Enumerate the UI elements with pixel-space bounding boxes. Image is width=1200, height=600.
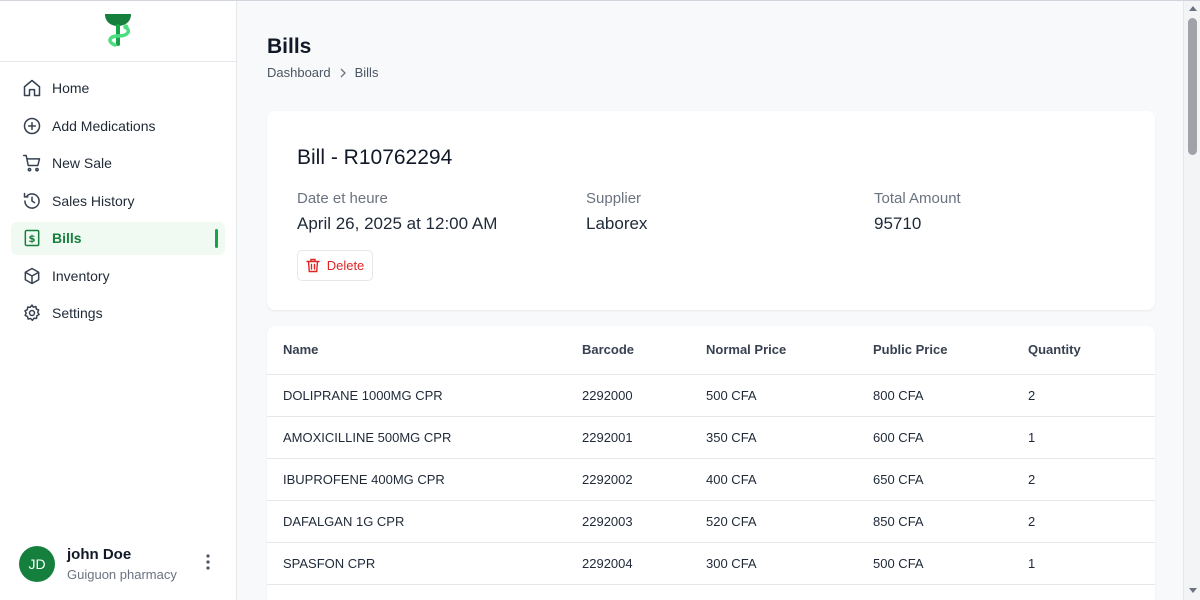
cell-public-price: 600 CFA — [873, 416, 1028, 459]
cell-public-price: 800 CFA — [873, 374, 1028, 417]
column-header-barcode[interactable]: Barcode — [582, 326, 706, 375]
home-icon — [22, 78, 42, 98]
scrollbar-thumb[interactable] — [1188, 18, 1197, 155]
user-name: john Doe — [67, 545, 132, 563]
column-header-quantity[interactable]: Quantity — [1028, 326, 1155, 375]
sidebar-nav: Home Add Medications New Sale Sales Hist… — [0, 62, 236, 330]
trash-icon — [306, 258, 320, 273]
cell-name: SPASFON CPR — [267, 542, 582, 585]
cell-barcode: 2292003 — [582, 500, 706, 543]
column-header-public-price[interactable]: Public Price — [873, 326, 1028, 375]
svg-text:$: $ — [29, 234, 36, 245]
avatar: JD — [19, 545, 55, 582]
sidebar-item-settings[interactable]: Settings — [11, 297, 225, 330]
cell-public-price: 850 CFA — [873, 500, 1028, 543]
sidebar-item-new-sale[interactable]: New Sale — [11, 147, 225, 180]
table-row[interactable]: SPASFON CPR 2292004 300 CFA 500 CFA 1 — [267, 542, 1155, 585]
table-row[interactable]: DAFALGAN 1G CPR 2292003 520 CFA 850 CFA … — [267, 500, 1155, 543]
total-label: Total Amount — [874, 190, 961, 207]
cart-icon — [22, 153, 42, 173]
page-title: Bills — [267, 35, 312, 58]
cell-public-price: 650 CFA — [873, 458, 1028, 501]
cell-name: DAFALGAN 1G CPR — [267, 500, 582, 543]
sidebar-item-label: Home — [52, 80, 90, 96]
cell-barcode: 2292000 — [582, 374, 706, 417]
more-vertical-icon[interactable] — [200, 554, 216, 574]
cell-quantity: 1 — [1028, 542, 1155, 585]
scroll-up-arrow-icon[interactable] — [1188, 5, 1197, 14]
supplier-label: Supplier — [586, 190, 642, 207]
supplier-field: Supplier Laborex — [586, 190, 647, 234]
sidebar-item-label: Settings — [52, 305, 103, 321]
main-content: Bills Dashboard Bills Bill - R10762294 D… — [237, 1, 1183, 600]
history-icon — [22, 191, 42, 211]
breadcrumb: Dashboard Bills — [267, 65, 378, 80]
column-header-name[interactable]: Name — [267, 326, 582, 375]
column-header-normal-price[interactable]: Normal Price — [706, 326, 873, 375]
cell-name: DOLIPRANE 1000MG CPR — [267, 374, 582, 417]
gear-icon — [22, 303, 42, 323]
sidebar-item-label: Inventory — [52, 267, 110, 284]
table-row[interactable]: IBUPROFENE 400MG CPR 2292002 400 CFA 650… — [267, 458, 1155, 501]
cell-name: AMOXICILLINE 500MG CPR — [267, 416, 582, 459]
table-header-row: Name Barcode Normal Price Public Price Q… — [267, 326, 1155, 375]
supplier-value: Laborex — [586, 214, 648, 233]
cell-normal-price: 400 CFA — [706, 458, 873, 501]
delete-label: Delete — [326, 258, 365, 273]
logo-area — [0, 1, 236, 62]
cell-barcode: 2292001 — [582, 416, 706, 459]
table-row[interactable]: AMOXICILLINE 500MG CPR 2292001 350 CFA 6… — [267, 416, 1155, 459]
vertical-scrollbar[interactable] — [1183, 1, 1200, 600]
cell-quantity: 2 — [1028, 458, 1155, 501]
sidebar-item-label: Sales History — [52, 192, 135, 209]
sidebar-item-label: New Sale — [52, 155, 112, 171]
scroll-down-arrow-icon[interactable] — [1188, 588, 1197, 597]
sidebar-item-bills[interactable]: $ Bills — [11, 221, 225, 255]
cell-normal-price: 500 CFA — [706, 374, 873, 417]
bill-title: Bill - R10762294 — [297, 146, 453, 169]
cell-normal-price: 350 CFA — [706, 416, 873, 459]
sidebar-item-label: Bills — [52, 230, 82, 246]
active-indicator — [215, 228, 218, 248]
sidebar-item-add-medications[interactable]: Add Medications — [11, 109, 225, 142]
cell-normal-price: 300 CFA — [706, 542, 873, 585]
bill-icon: $ — [22, 228, 42, 248]
sidebar-item-label: Add Medications — [52, 117, 156, 134]
bill-details-card: Bill - R10762294 Date et heure April 26,… — [267, 111, 1155, 310]
plus-circle-icon — [22, 116, 42, 136]
total-value: 95710 — [874, 214, 922, 233]
user-organization: Guiguon pharmacy — [67, 566, 177, 582]
pharmacy-logo-icon[interactable] — [101, 10, 135, 53]
cell-quantity: 2 — [1028, 374, 1155, 417]
cell-normal-price: 520 CFA — [706, 500, 873, 543]
delete-button[interactable]: Delete — [297, 250, 373, 281]
table-row[interactable]: DOLIPRANE 1000MG CPR 2292000 500 CFA 800… — [267, 374, 1155, 417]
chevron-right-icon — [339, 68, 347, 78]
bill-items-table: Name Barcode Normal Price Public Price Q… — [267, 326, 1155, 585]
total-field: Total Amount 95710 — [874, 190, 961, 234]
cell-barcode: 2292004 — [582, 542, 706, 585]
date-value: April 26, 2025 at 12:00 AM — [297, 214, 498, 233]
sidebar-item-inventory[interactable]: Inventory — [11, 259, 225, 292]
cell-name: IBUPROFENE 400MG CPR — [267, 458, 582, 501]
cell-barcode: 2292002 — [582, 458, 706, 501]
cell-quantity: 2 — [1028, 500, 1155, 543]
cell-quantity: 1 — [1028, 416, 1155, 459]
sidebar-item-sales-history[interactable]: Sales History — [11, 184, 225, 217]
bill-items-table-card: Name Barcode Normal Price Public Price Q… — [267, 326, 1155, 600]
date-field: Date et heure April 26, 2025 at 12:00 AM — [297, 190, 497, 234]
user-profile[interactable]: JD john Doe Guiguon pharmacy — [0, 526, 236, 600]
cell-public-price: 500 CFA — [873, 542, 1028, 585]
box-icon — [22, 266, 42, 286]
sidebar-item-home[interactable]: Home — [11, 72, 225, 105]
breadcrumb-dashboard[interactable]: Dashboard — [267, 65, 331, 80]
sidebar: Home Add Medications New Sale Sales Hist… — [0, 1, 237, 600]
breadcrumb-bills: Bills — [354, 65, 379, 80]
date-label: Date et heure — [297, 190, 388, 207]
